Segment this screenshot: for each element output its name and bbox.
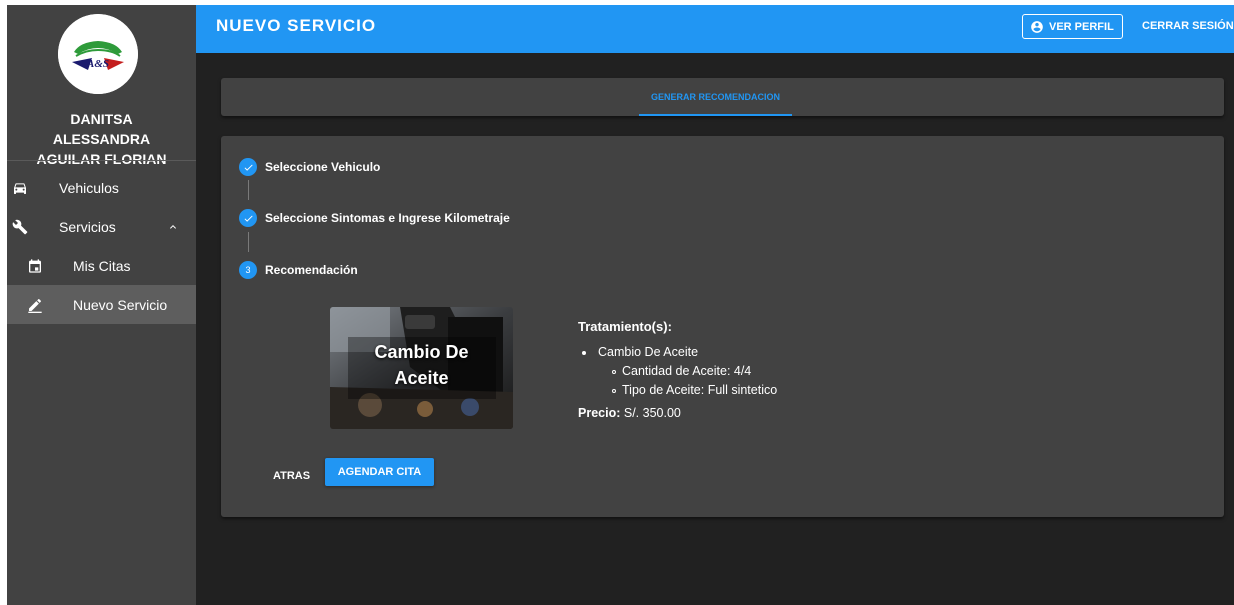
car-icon: [14, 182, 26, 194]
check-icon: [244, 215, 253, 222]
step-seleccione-vehiculo: Seleccione Vehiculo: [239, 157, 380, 177]
step-seleccione-sintomas: Seleccione Sintomas e Ingrese Kilometraj…: [239, 208, 510, 228]
active-tab-indicator: [639, 114, 792, 116]
account-circle-icon: [1031, 20, 1043, 33]
recommendation-card-title: Cambio De Aceite: [374, 342, 469, 388]
company-logo: A&S: [58, 14, 138, 94]
page-title: NUEVO SERVICIO: [216, 16, 377, 35]
stepper-panel: Seleccione Vehiculo Seleccione Sintomas …: [221, 136, 1224, 517]
tabs-bar: GENERAR RECOMENDACION: [221, 78, 1224, 116]
sidebar-item-nuevo-servicio[interactable]: Nuevo Servicio: [7, 285, 196, 324]
sidebar-item-label: Nuevo Servicio: [73, 296, 168, 313]
sidebar-item-mis-citas[interactable]: Mis Citas: [7, 246, 196, 285]
pencil-icon: [28, 298, 42, 313]
step-label: Recomendación: [265, 263, 358, 277]
chevron-up-icon: [170, 224, 176, 229]
step-complete-badge: [239, 209, 257, 227]
bullet-circle: [612, 370, 616, 374]
step-label: Seleccione Sintomas e Ingrese Kilometraj…: [265, 211, 510, 225]
sidebar-item-vehiculos[interactable]: Vehiculos: [7, 168, 196, 207]
svg-text:A&S: A&S: [86, 58, 109, 70]
view-profile-label: VER PERFIL: [1049, 20, 1114, 33]
car-logo-icon: A&S: [58, 14, 138, 94]
price-value: S/. 350.00: [623, 406, 681, 420]
back-button[interactable]: ATRAS: [273, 462, 310, 490]
sidebar-item-label: Servicios: [59, 218, 116, 235]
sidebar-item-servicios[interactable]: Servicios: [7, 207, 196, 246]
step-complete-badge: [239, 158, 257, 176]
logout-button[interactable]: CERRAR SESIÓN: [1142, 14, 1234, 39]
step-recomendacion: 3 Recomendación: [239, 260, 358, 280]
price-label: Precio:: [578, 406, 621, 420]
calendar-icon: [29, 258, 41, 273]
step-connector: [248, 180, 249, 200]
treatment-heading: Tratamiento(s):: [578, 319, 672, 334]
sidebar-item-label: Mis Citas: [73, 257, 131, 274]
app-window: A&S DANITSA ALESSANDRA AGUILAR FLORIAN V…: [7, 5, 1234, 605]
step-number-badge: 3: [239, 261, 257, 279]
step-connector: [248, 232, 249, 252]
sidebar-item-label: Vehiculos: [59, 179, 119, 196]
sidebar-divider: [7, 160, 196, 161]
sidebar: A&S DANITSA ALESSANDRA AGUILAR FLORIAN V…: [7, 5, 196, 605]
treatment-detail: Tipo de Aceite: Full sintetico: [622, 383, 778, 397]
tab-generar-recomendacion[interactable]: GENERAR RECOMENDACION: [639, 78, 792, 116]
treatment-name: Cambio De Aceite: [598, 345, 699, 359]
schedule-appointment-button[interactable]: AGENDAR CITA: [325, 458, 434, 486]
bullet-disc: [582, 351, 586, 355]
recommendation-card: Cambio De Aceite: [330, 307, 513, 429]
step-label: Seleccione Vehiculo: [265, 160, 381, 174]
price-line: Precio: S/. 350.00: [578, 406, 681, 420]
check-icon: [244, 164, 253, 171]
view-profile-button[interactable]: VER PERFIL: [1022, 14, 1123, 39]
wrench-icon: [12, 219, 28, 234]
bullet-circle: [612, 389, 616, 393]
treatment-detail: Cantidad de Aceite: 4/4: [622, 364, 752, 378]
top-app-bar: NUEVO SERVICIO VER PERFIL CERRAR SESIÓN: [196, 5, 1234, 53]
